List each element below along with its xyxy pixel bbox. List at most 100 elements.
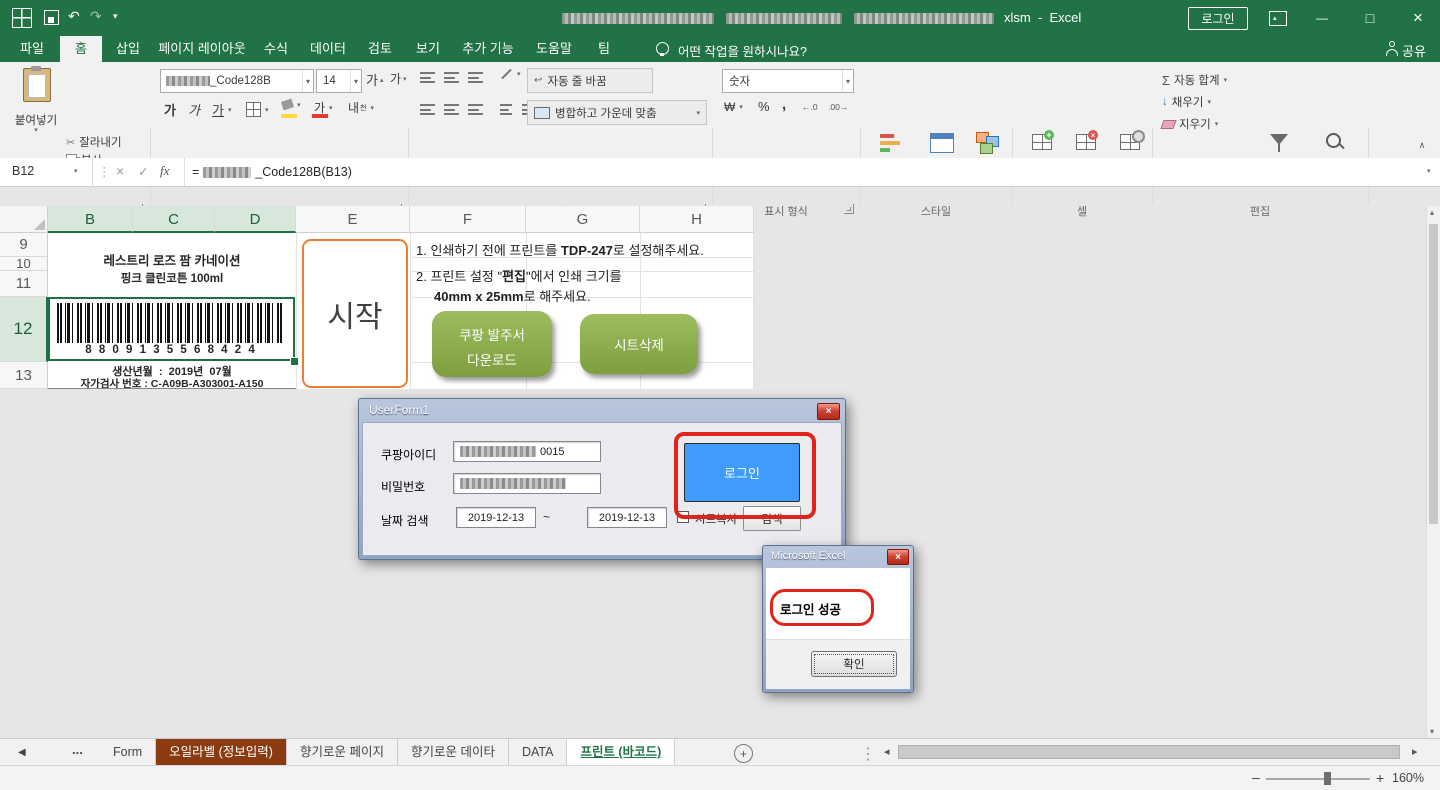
coupang-download-button[interactable]: 쿠팡 발주서 다운로드 — [432, 311, 552, 377]
minimize-button[interactable]: — — [1300, 0, 1344, 36]
undo-icon[interactable]: ↶ — [68, 8, 80, 25]
sheet-more-icon[interactable]: ... — [72, 742, 83, 757]
fill-color-button[interactable]: ▾ — [282, 100, 301, 109]
decrease-decimal-button[interactable]: .00→ — [828, 102, 848, 112]
col-header-C[interactable]: C — [133, 206, 215, 233]
delete-sheet-button[interactable]: 시트삭제 — [580, 314, 698, 374]
row-header-13[interactable]: 13 — [0, 362, 48, 389]
zoom-level[interactable]: 160% — [1392, 771, 1424, 785]
zoom-out-icon[interactable]: – — [1252, 769, 1260, 785]
date-from-input[interactable]: 2019-12-13 — [456, 507, 536, 528]
vscroll-up-icon[interactable]: ▴ — [1430, 208, 1434, 217]
tab-addins[interactable]: 추가 기능 — [454, 36, 522, 62]
enter-entry-icon[interactable]: ✓ — [138, 164, 148, 179]
percent-style-button[interactable]: % — [758, 99, 770, 114]
align-middle-button[interactable] — [444, 72, 459, 83]
autosum-button[interactable]: Σ 자동 합계 ▾ — [1162, 72, 1227, 88]
hscroll-thumb[interactable] — [898, 745, 1400, 759]
collapse-ribbon-icon[interactable]: ∧ — [1412, 138, 1432, 152]
expand-formula-bar-icon[interactable]: ▾ — [1427, 167, 1431, 175]
name-box[interactable]: B12 ▾ — [0, 158, 93, 186]
decrease-indent-button[interactable] — [500, 104, 512, 115]
col-header-B[interactable]: B — [48, 206, 133, 233]
align-right-button[interactable] — [468, 104, 483, 115]
select-all-corner[interactable] — [0, 206, 48, 233]
tab-insert[interactable]: 삽입 — [106, 36, 150, 62]
underline-button[interactable]: 가 ▾ — [212, 100, 231, 119]
sheet-tab-data[interactable]: DATA — [509, 739, 567, 766]
hscroll-right-icon[interactable]: ▸ — [1412, 745, 1418, 758]
align-center-button[interactable] — [444, 104, 459, 115]
align-top-button[interactable] — [420, 72, 435, 83]
date-to-input[interactable]: 2019-12-13 — [587, 507, 667, 528]
sheet-prev-icon[interactable]: ◀ — [18, 747, 26, 758]
wrap-text-button[interactable]: ↩ 자동 줄 바꿈 — [527, 68, 653, 93]
sheet-tab-form[interactable]: Form — [100, 739, 156, 766]
tab-data[interactable]: 데이터 — [302, 36, 354, 62]
password-input[interactable] — [453, 473, 601, 494]
row-header-9[interactable]: 9 — [0, 233, 48, 257]
tab-team[interactable]: 팀 — [586, 36, 622, 62]
vscroll-down-icon[interactable]: ▾ — [1430, 727, 1434, 736]
align-bottom-button[interactable] — [468, 72, 483, 83]
align-left-button[interactable] — [420, 104, 435, 115]
cancel-entry-icon[interactable]: × — [116, 163, 124, 179]
orientation-button[interactable]: ▾ — [500, 70, 521, 78]
paste-button[interactable]: 붙여넣기 ▾ — [10, 66, 62, 138]
cut-button[interactable]: ✂ 잘라내기 — [66, 134, 122, 150]
phonetic-button[interactable]: 내 천 ▾ — [348, 99, 374, 116]
sheet-tab-oillabel[interactable]: 오일라벨 (정보입력) — [156, 739, 287, 766]
borders-button[interactable]: ▾ — [246, 102, 269, 117]
vscroll-thumb[interactable] — [1429, 224, 1438, 524]
share-button[interactable]: 공유 — [1402, 41, 1426, 60]
tab-page-layout[interactable]: 페이지 레이아웃 — [154, 36, 250, 62]
tell-me-box[interactable]: 어떤 작업을 원하시나요? — [678, 41, 807, 60]
bold-button[interactable]: 가 — [164, 100, 176, 119]
comma-style-button[interactable]: , — [782, 96, 786, 113]
sheet-tab-data-kr[interactable]: 향기로운 데이타 — [398, 739, 509, 766]
sheet-tab-print-barcode[interactable]: 프린트 (바코드) — [567, 739, 675, 766]
msgbox-ok-button[interactable]: 확인 — [811, 651, 897, 677]
col-header-F[interactable]: F — [410, 206, 526, 233]
row-header-10[interactable]: 10 — [0, 257, 48, 271]
number-format-combo[interactable]: 숫자 ▾ — [722, 69, 854, 93]
tab-review[interactable]: 검토 — [358, 36, 402, 62]
merge-center-button[interactable]: 병합하고 가운데 맞춤 ▾ — [527, 100, 707, 125]
accounting-format-button[interactable]: ₩ ▾ — [724, 100, 743, 114]
row-header-12[interactable]: 12 — [0, 297, 48, 362]
font-name-combo[interactable]: _Code128B ▾ — [160, 69, 314, 93]
userform-close-icon[interactable]: × — [817, 403, 840, 420]
tab-formulas[interactable]: 수식 — [254, 36, 298, 62]
qat-customize-icon[interactable]: ▾ — [113, 11, 118, 22]
tab-view[interactable]: 보기 — [406, 36, 450, 62]
fill-button[interactable]: ↓ 채우기 ▾ — [1162, 94, 1211, 110]
hscroll-left-icon[interactable]: ◂ — [884, 745, 890, 758]
shrink-font-button[interactable]: 가▾ — [390, 70, 407, 87]
col-header-H[interactable]: H — [640, 206, 754, 233]
tab-file[interactable]: 파일 — [8, 36, 56, 62]
vertical-scrollbar[interactable]: ▴ ▾ — [1426, 206, 1440, 738]
close-button[interactable]: × — [1396, 0, 1440, 36]
redo-icon[interactable]: ↷ — [90, 8, 102, 25]
name-box-dropdown-icon[interactable]: ▾ — [74, 167, 78, 175]
tab-home[interactable]: 홈 — [60, 36, 102, 62]
new-sheet-icon[interactable]: + — [734, 744, 753, 763]
tab-help[interactable]: 도움말 — [526, 36, 582, 62]
zoom-in-icon[interactable]: + — [1376, 770, 1384, 786]
grow-font-button[interactable]: 가▴ — [366, 70, 383, 89]
insert-function-icon[interactable]: fx — [160, 163, 169, 179]
save-icon[interactable] — [44, 10, 59, 25]
coupang-id-input[interactable]: 0015 — [453, 441, 601, 462]
sheet-tab-page[interactable]: 향기로운 페이지 — [287, 739, 398, 766]
zoom-slider-track[interactable] — [1266, 778, 1370, 780]
col-header-G[interactable]: G — [526, 206, 640, 233]
row-header-11[interactable]: 11 — [0, 271, 48, 297]
zoom-slider-thumb[interactable] — [1324, 772, 1331, 785]
titlebar-login-button[interactable]: 로그인 — [1188, 7, 1248, 30]
formula-input[interactable]: = _Code128B(B13) — [192, 158, 1392, 186]
col-header-E[interactable]: E — [296, 206, 410, 233]
increase-decimal-button[interactable]: ←.0 — [802, 102, 818, 112]
font-size-combo[interactable]: 14 ▾ — [316, 69, 362, 93]
msgbox-close-icon[interactable]: × — [887, 549, 909, 565]
clear-button[interactable]: 지우기 ▾ — [1162, 116, 1218, 132]
